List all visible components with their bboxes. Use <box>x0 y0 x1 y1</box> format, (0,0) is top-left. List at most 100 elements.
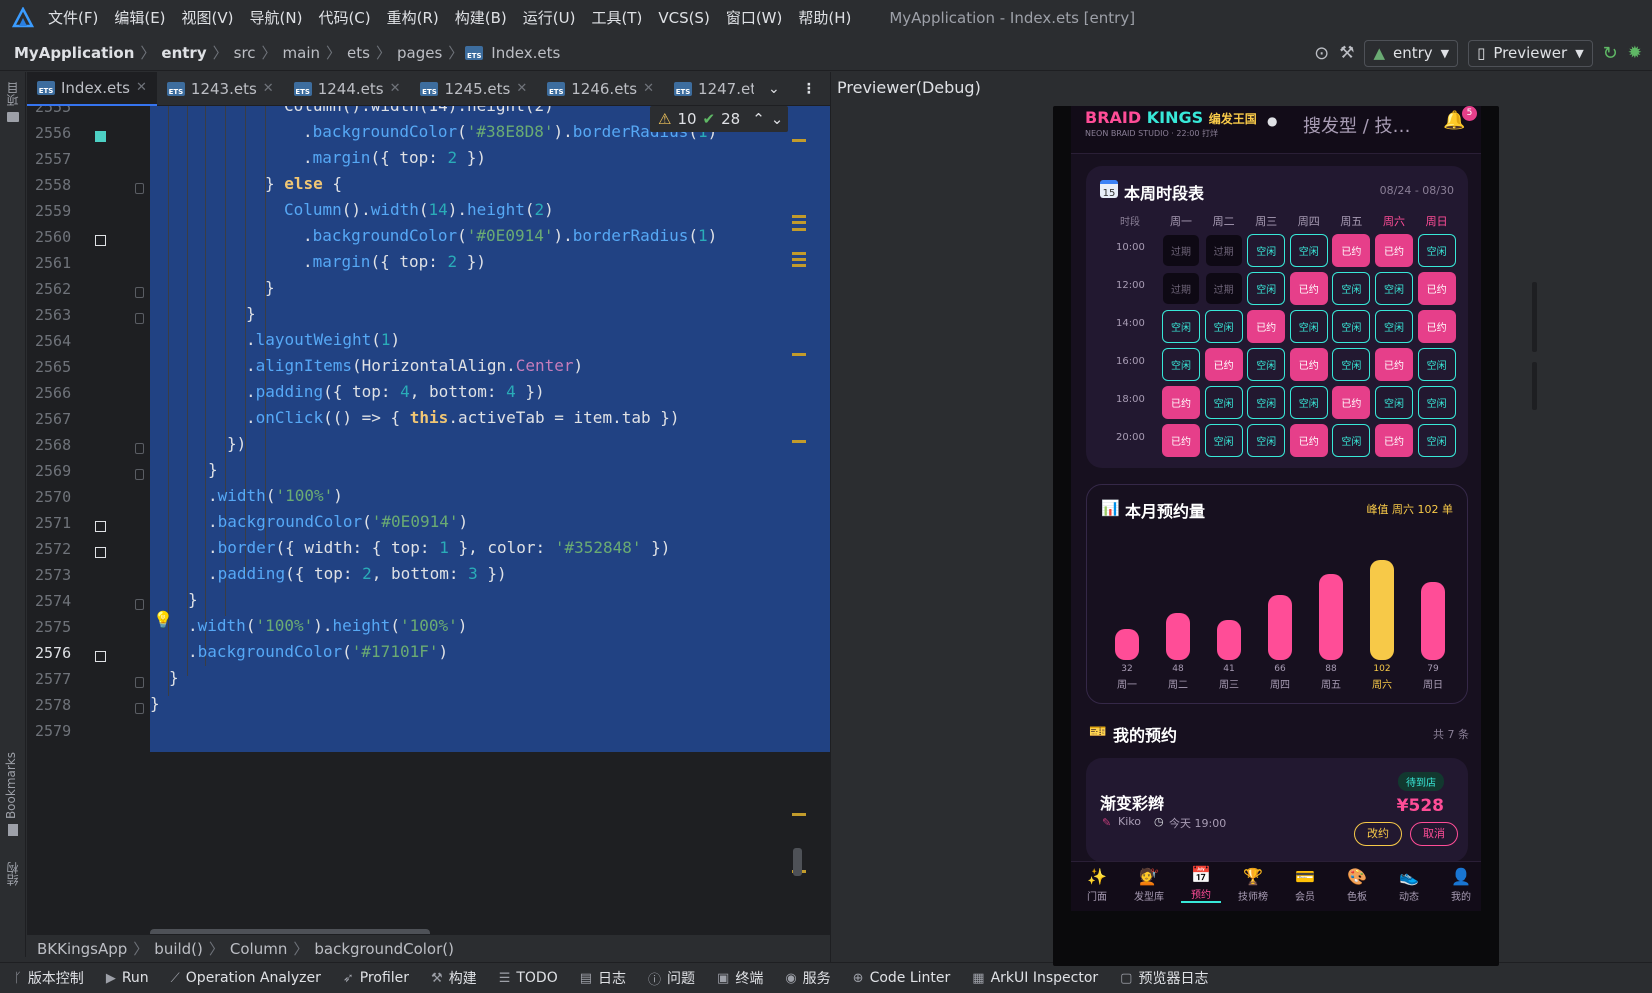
tool-terminal[interactable]: ▣ 终端 <box>717 968 763 988</box>
lightbulb-icon[interactable]: 💡 <box>153 610 173 629</box>
fold-toggle-icon[interactable] <box>135 677 144 688</box>
time-slot[interactable]: 空闲 <box>1204 424 1243 457</box>
time-slot[interactable]: 空闲 <box>1204 386 1243 419</box>
fold-toggle-icon[interactable] <box>135 703 144 714</box>
menu-vcs[interactable]: VCS(S) <box>658 9 709 27</box>
fold-toggle-icon[interactable] <box>135 183 144 194</box>
refresh-icon[interactable]: ↻ <box>1603 43 1618 64</box>
target-icon[interactable]: ⊙ <box>1314 43 1329 64</box>
nav-item[interactable]: 👤 我的 <box>1441 867 1481 903</box>
code-editor[interactable]: 2555 2556 2557 2558 2559 2560 2561 2562 2563 2564… <box>27 106 830 934</box>
chevron-down-icon[interactable]: ⌄ <box>771 110 784 128</box>
fold-toggle-icon[interactable] <box>135 287 144 298</box>
project-tool-button[interactable]: 项目 <box>4 82 21 106</box>
fold-toggle-icon[interactable] <box>135 469 144 480</box>
time-slot[interactable]: 空闲 <box>1247 234 1286 267</box>
breadcrumb-main[interactable]: main <box>279 44 324 62</box>
code-area[interactable]: Column().width(14).height(2) .background… <box>150 106 830 934</box>
nav-item[interactable]: 💳 会员 <box>1285 867 1325 903</box>
breakpoint-marker[interactable] <box>95 131 106 142</box>
time-slot[interactable]: 空闲 <box>1332 348 1371 381</box>
nav-item[interactable]: 👟 动态 <box>1389 867 1429 903</box>
tab-1243-ets[interactable]: ETS 1243.ets ✕ <box>157 72 284 106</box>
breadcrumb-pages[interactable]: pages <box>393 44 446 62</box>
breadcrumb-file[interactable]: Index.ets <box>487 44 564 62</box>
close-icon[interactable]: ✕ <box>390 81 401 96</box>
menu-build[interactable]: 构建(B) <box>455 7 507 28</box>
time-slot[interactable]: 空闲 <box>1417 424 1456 457</box>
time-slot[interactable]: 空闲 <box>1247 424 1286 457</box>
tool-todo[interactable]: ☰ TODO <box>499 970 558 986</box>
time-slot[interactable]: 空闲 <box>1162 348 1200 381</box>
time-slot[interactable]: 空闲 <box>1247 386 1286 419</box>
bug-icon[interactable]: ✹ <box>1628 43 1642 63</box>
time-slot[interactable]: 空闲 <box>1375 310 1413 343</box>
breadcrumb-src[interactable]: src <box>230 44 260 62</box>
time-slot[interactable]: 空闲 <box>1417 386 1456 419</box>
bookmarks-tool-button[interactable]: Bookmarks <box>4 752 18 819</box>
close-icon[interactable]: ✕ <box>136 80 147 95</box>
breakpoint-marker[interactable] <box>95 235 106 246</box>
tab-1247-ets[interactable]: ETS 1247.ets <box>664 72 764 106</box>
menu-code[interactable]: 代码(C) <box>318 7 370 28</box>
menu-file[interactable]: 文件(F) <box>48 7 98 28</box>
time-slot[interactable]: 空闲 <box>1247 272 1286 305</box>
cancel-button[interactable]: 取消 <box>1410 822 1458 846</box>
crumb-build[interactable]: build() <box>154 940 203 958</box>
breakpoint-marker[interactable] <box>95 547 106 558</box>
menu-help[interactable]: 帮助(H) <box>798 7 851 28</box>
crumb-bgcolor[interactable]: backgroundColor() <box>314 940 454 958</box>
menu-run[interactable]: 运行(U) <box>523 7 576 28</box>
menu-edit[interactable]: 编辑(E) <box>114 7 165 28</box>
time-slot[interactable]: 空闲 <box>1375 272 1413 305</box>
time-slot[interactable]: 空闲 <box>1332 272 1371 305</box>
menu-tools[interactable]: 工具(T) <box>591 7 642 28</box>
time-slot[interactable]: 空闲 <box>1289 234 1328 267</box>
more-vertical-icon[interactable]: ⋮ <box>802 81 816 97</box>
nav-item[interactable]: 🏆 技师榜 <box>1233 867 1273 903</box>
breadcrumb-ets[interactable]: ets <box>343 44 374 62</box>
time-slot[interactable]: 空闲 <box>1375 386 1413 419</box>
tool-code-linter[interactable]: ⊕ Code Linter <box>853 970 951 986</box>
crumb-column[interactable]: Column <box>230 940 287 958</box>
close-icon[interactable]: ✕ <box>516 81 527 96</box>
time-slot[interactable]: 空闲 <box>1417 234 1456 267</box>
reschedule-button[interactable]: 改约 <box>1354 822 1402 846</box>
tab-index-ets[interactable]: ETS Index.ets ✕ <box>27 71 157 106</box>
search-input[interactable]: 搜发型 / 技… <box>1303 112 1411 138</box>
tabs-overflow-chevron-icon[interactable]: ⌄ <box>768 81 780 97</box>
time-slot[interactable]: 空闲 <box>1417 348 1456 381</box>
breadcrumb-project[interactable]: MyApplication <box>10 44 138 62</box>
tool-profiler[interactable]: ➶ Profiler <box>343 970 409 986</box>
tool-vcs[interactable]: ᚴ 版本控制 <box>14 968 84 988</box>
tool-operation-analyzer[interactable]: ⟋ Operation Analyzer <box>171 970 321 986</box>
time-slot[interactable]: 空闲 <box>1204 310 1243 343</box>
menu-refactor[interactable]: 重构(R) <box>387 7 439 28</box>
tool-build[interactable]: ⚒ 构建 <box>431 968 477 988</box>
menu-navigate[interactable]: 导航(N) <box>250 7 303 28</box>
tool-arkui-inspector[interactable]: ▦ ArkUI Inspector <box>972 970 1098 986</box>
fold-toggle-icon[interactable] <box>135 313 144 324</box>
breadcrumb-module[interactable]: entry <box>157 44 210 62</box>
vertical-scrollbar[interactable] <box>793 848 802 876</box>
time-slot[interactable]: 空闲 <box>1289 310 1328 343</box>
hammer-icon[interactable]: ⚒ <box>1339 43 1354 63</box>
tool-services[interactable]: ◉ 服务 <box>785 968 830 988</box>
tab-1244-ets[interactable]: ETS 1244.ets ✕ <box>284 72 411 106</box>
tool-run[interactable]: ▶ Run <box>106 970 149 986</box>
booking-card[interactable]: 待到店 渐变彩辫 ✎ Kiko ◷ 今天 19:00 ¥528 改约 取消 <box>1086 758 1468 862</box>
chevron-up-icon[interactable]: ⌃ <box>752 110 765 128</box>
tab-1246-ets[interactable]: ETS 1246.ets ✕ <box>537 72 664 106</box>
time-slot[interactable]: 空闲 <box>1332 310 1371 343</box>
time-slot[interactable]: 空闲 <box>1289 386 1328 419</box>
device-selector[interactable]: ▯ Previewer ▼ <box>1468 39 1593 67</box>
fold-toggle-icon[interactable] <box>135 599 144 610</box>
tab-1245-ets[interactable]: ETS 1245.ets ✕ <box>410 72 537 106</box>
time-slot[interactable]: 空闲 <box>1162 310 1200 343</box>
nav-item[interactable]: ✨ 门面 <box>1077 867 1117 903</box>
nav-item[interactable]: 🎨 色板 <box>1337 867 1377 903</box>
menu-window[interactable]: 窗口(W) <box>726 7 783 28</box>
breakpoint-marker[interactable] <box>95 521 106 532</box>
breakpoint-marker[interactable] <box>95 651 106 662</box>
close-icon[interactable]: ✕ <box>643 81 654 96</box>
